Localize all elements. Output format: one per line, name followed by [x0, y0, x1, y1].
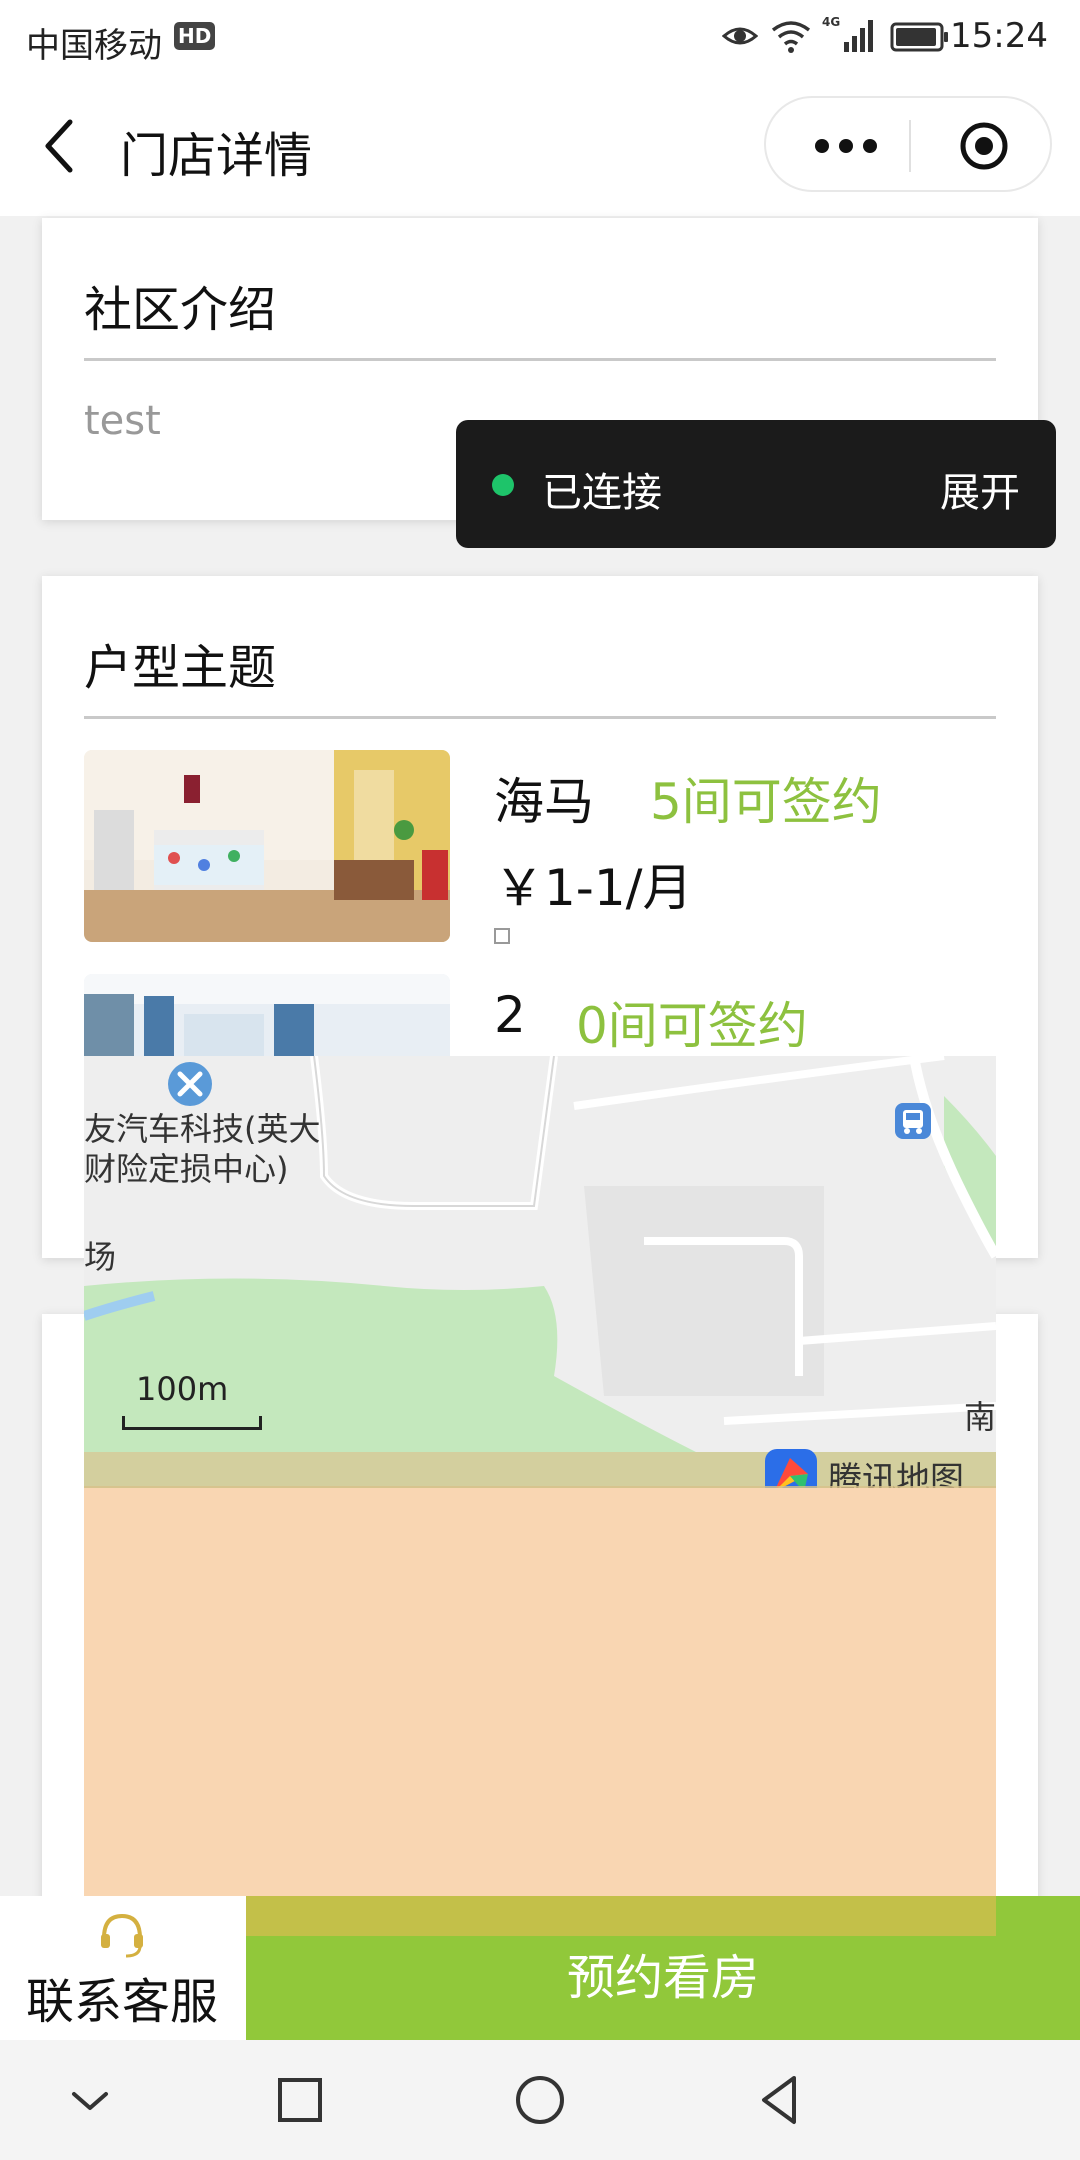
- room-tag-placeholder: [494, 928, 510, 944]
- recent-apps-icon[interactable]: [270, 2070, 330, 2130]
- back-triangle-icon[interactable]: [750, 2070, 810, 2130]
- tencent-map-logo-icon: [765, 1449, 817, 1488]
- connection-toast: 已连接 展开: [456, 420, 1056, 548]
- status-bar: 中国移动 HD 4G 15:24: [0, 0, 1080, 76]
- collapse-chevron-icon[interactable]: [60, 2070, 120, 2130]
- intro-title: 社区介绍: [84, 282, 277, 338]
- map-view[interactable]: 友汽车科技(英大 财险定损中心) 场 南 100m 腾讯地图: [84, 1056, 996, 1488]
- map-scale-bar: [122, 1416, 262, 1430]
- book-viewing-label: 预约看房: [566, 1950, 759, 2006]
- connection-status: 已连接: [542, 470, 662, 516]
- auto-service-icon[interactable]: [166, 1060, 214, 1108]
- home-icon[interactable]: [510, 2070, 570, 2130]
- carrier-name: 中国移动: [26, 26, 162, 66]
- clock: 15:24: [950, 16, 1048, 56]
- intro-text: test: [84, 398, 161, 444]
- battery-icon: [890, 22, 948, 52]
- expand-button[interactable]: 展开: [940, 460, 1020, 518]
- room-availability-2: 0间可签约: [576, 997, 808, 1055]
- types-divider: [84, 716, 996, 719]
- capsule-divider: [909, 120, 911, 172]
- room-photo-1[interactable]: [84, 750, 450, 942]
- room-price-1: ￥1-1/月: [494, 859, 693, 917]
- map-scale-label: 100m: [136, 1370, 229, 1408]
- map-provider: 腾讯地图: [828, 1460, 964, 1488]
- contact-service-label: 联系客服: [26, 1974, 219, 2030]
- eye-icon: [722, 27, 758, 45]
- signal-icon: 4G: [822, 15, 873, 52]
- contact-service-button[interactable]: 联系客服: [0, 1896, 246, 2040]
- connected-dot-icon: [492, 474, 514, 496]
- page-title: 门店详情: [120, 128, 313, 184]
- more-icon[interactable]: [806, 124, 886, 168]
- nav-bar: 门店详情: [0, 76, 1080, 216]
- room-name-1[interactable]: 海马: [494, 762, 594, 834]
- room-availability-1: 5间可签约: [650, 773, 882, 831]
- bus-stop-icon[interactable]: [894, 1102, 932, 1140]
- map-edge-label-right: 南: [964, 1398, 996, 1436]
- map-edge-label-left: 场: [84, 1238, 117, 1276]
- types-title: 户型主题: [84, 640, 277, 696]
- overlay-shade: [246, 1896, 996, 1936]
- hd-badge: HD: [174, 22, 216, 50]
- system-nav-bar: [0, 2040, 1080, 2160]
- wifi-icon: [771, 21, 811, 53]
- screen: 中国移动 HD 4G 15:24 门店详情 社区介绍 test 户型主题 海马 …: [0, 0, 1080, 2160]
- room-name-2[interactable]: 2: [494, 986, 526, 1044]
- poi-name-line2: 财险定损中心): [84, 1150, 289, 1188]
- headset-icon: [101, 1913, 143, 1958]
- target-close-icon[interactable]: [958, 120, 1010, 172]
- network-type: 4G: [822, 15, 840, 29]
- back-arrow-icon[interactable]: [40, 116, 76, 176]
- miniprogram-capsule: [764, 96, 1052, 192]
- map-overlay-area: [84, 1488, 996, 1936]
- intro-divider: [84, 358, 996, 361]
